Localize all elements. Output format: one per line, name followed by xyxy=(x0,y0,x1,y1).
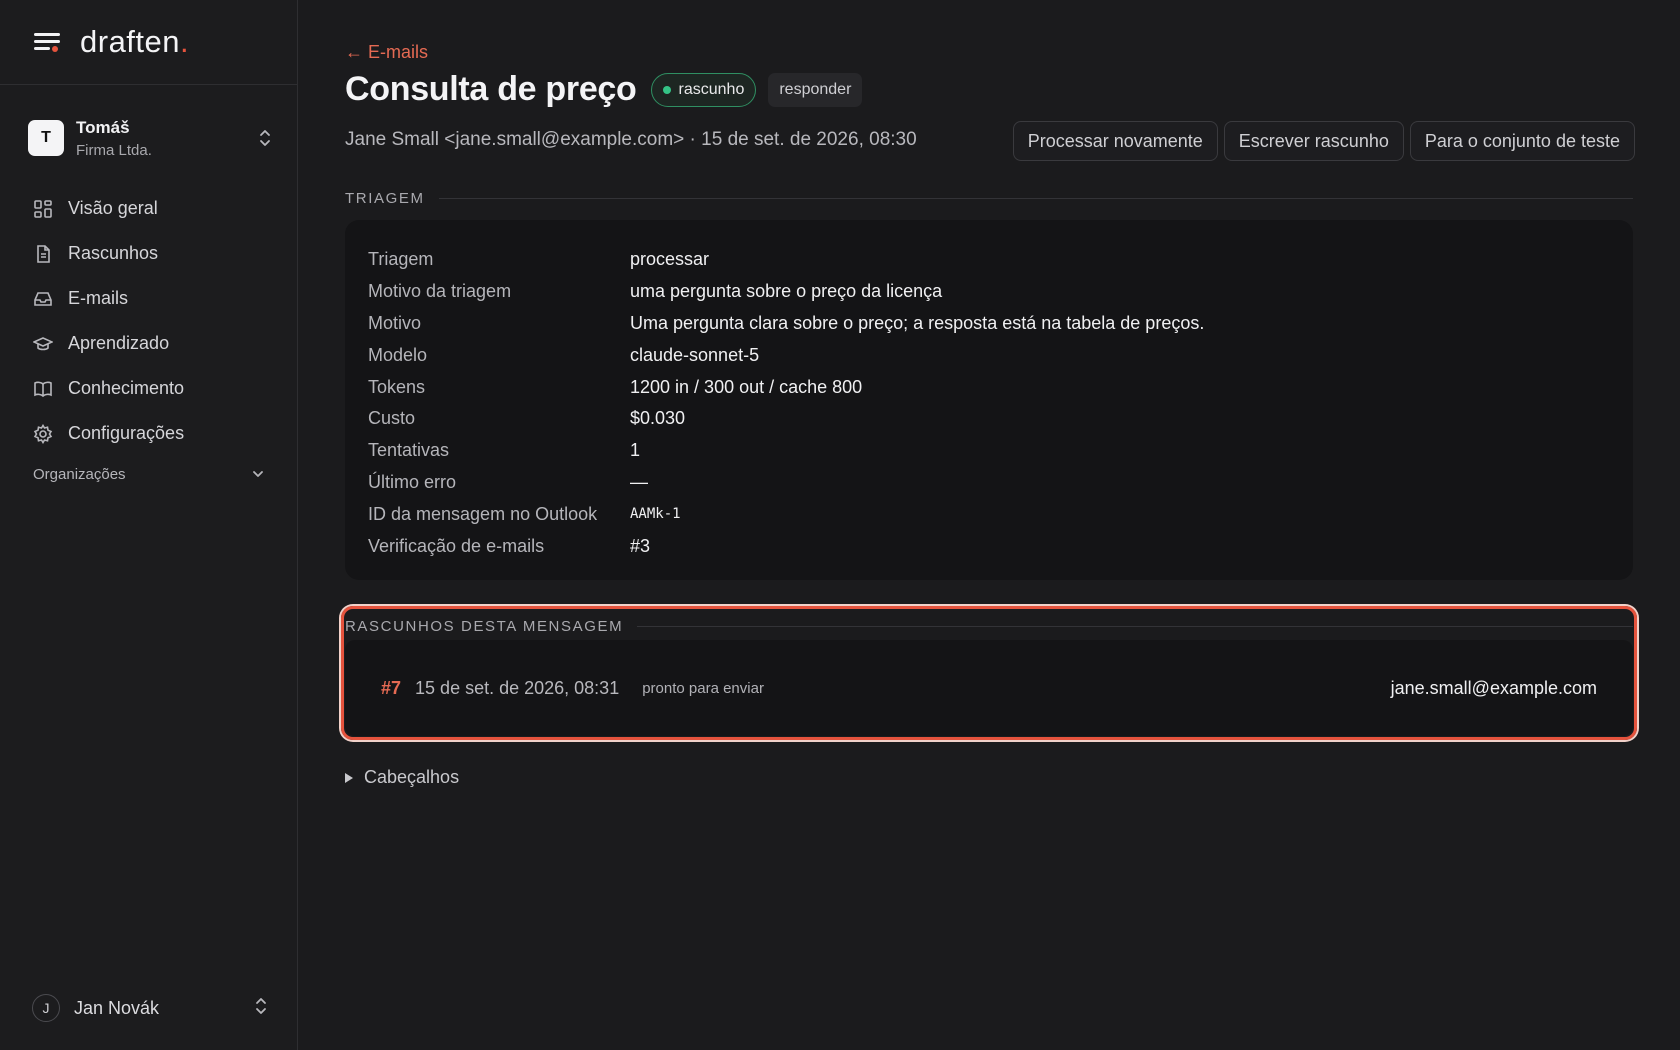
status-dot-icon xyxy=(662,85,671,94)
org-user-name: Tomáš xyxy=(76,117,130,137)
status-badge-label: rascunho xyxy=(678,80,745,98)
sidebar: draften. T Tomáš Firma Ltda. Visão geral… xyxy=(0,0,298,1050)
headers-toggle-label: Cabeçalhos xyxy=(364,767,460,787)
sidebar-item-knowledge[interactable]: Conhecimento xyxy=(32,366,272,411)
detail-key: Último erro xyxy=(368,471,457,492)
detail-key: Motivo da triagem xyxy=(368,281,512,302)
detail-value: uma pergunta sobre o preço da licença xyxy=(630,281,943,302)
detail-value: 1 xyxy=(630,440,641,461)
status-badge: rascunho xyxy=(650,72,757,107)
back-to-emails-link[interactable]: ← E-mails xyxy=(345,42,428,63)
title-row: Consulta de preço rascunho responder xyxy=(345,70,863,109)
detail-value: $0.030 xyxy=(630,408,686,429)
detail-row: Modelo claude-sonnet-5 xyxy=(368,339,1610,371)
draft-recipient: jane.small@example.com xyxy=(1390,677,1597,698)
brand-logo[interactable]: draften. xyxy=(80,24,189,60)
sidebar-item-learning[interactable]: Aprendizado xyxy=(32,321,272,366)
organizations-toggle[interactable]: Organizações xyxy=(33,466,265,483)
detail-row: Verificação de e-mails #3 xyxy=(368,530,1610,562)
reprocess-button[interactable]: Processar novamente xyxy=(1012,121,1218,161)
org-company-name: Firma Ltda. xyxy=(76,141,152,159)
divider xyxy=(637,626,1633,627)
brand-bar: draften. xyxy=(0,0,297,85)
add-to-test-set-button[interactable]: Para o conjunto de teste xyxy=(1409,121,1635,161)
sidebar-item-label: Aprendizado xyxy=(68,333,170,353)
detail-row: ID da mensagem no Outlook AAMk-1 xyxy=(368,498,1610,530)
draft-number-link[interactable]: #7 xyxy=(381,678,401,699)
sidebar-item-label: Conhecimento xyxy=(68,378,185,398)
detail-row: Tokens 1200 in / 300 out / cache 800 xyxy=(368,371,1610,403)
email-meta: Jane Small <jane.small@example.com> · 15… xyxy=(345,129,917,150)
sidebar-item-emails[interactable]: E-mails xyxy=(32,276,272,321)
document-icon xyxy=(32,243,54,265)
detail-value: processar xyxy=(630,249,710,270)
detail-key: Tentativas xyxy=(368,440,450,461)
action-buttons: Processar novamente Escrever rascunho Pa… xyxy=(1012,121,1635,161)
sidebar-item-overview[interactable]: Visão geral xyxy=(32,186,272,231)
draft-status: pronto para enviar xyxy=(642,679,764,697)
drafts-section-header: RASCUNHOS DESTA MENSAGEM xyxy=(345,618,1633,635)
sidebar-item-label: Rascunhos xyxy=(68,243,159,263)
menu-icon[interactable] xyxy=(34,31,60,53)
detail-value: AAMk-1 xyxy=(630,506,681,523)
drafts-section-title: RASCUNHOS DESTA MENSAGEM xyxy=(345,618,624,635)
avatar: J xyxy=(32,994,60,1022)
detail-value: #3 xyxy=(630,535,651,556)
chevrons-up-down-icon xyxy=(258,128,272,148)
detail-key: ID da mensagem no Outlook xyxy=(368,503,598,524)
brand-dot: . xyxy=(180,24,190,59)
sidebar-item-label: Visão geral xyxy=(68,198,158,218)
detail-value: 1200 in / 300 out / cache 800 xyxy=(630,376,863,397)
detail-key: Triagem xyxy=(368,249,434,270)
sidebar-item-drafts[interactable]: Rascunhos xyxy=(32,231,272,276)
brand-name-text: draften xyxy=(80,24,181,59)
triage-details-card: Triagem processar Motivo da triagem uma … xyxy=(345,220,1633,580)
detail-row: Último erro — xyxy=(368,467,1610,499)
sidebar-nav: Visão geral Rascunhos E-mails Aprendizad… xyxy=(32,186,272,456)
draft-date: 15 de set. de 2026, 08:31 xyxy=(415,677,620,698)
sidebar-item-settings[interactable]: Configurações xyxy=(32,411,272,456)
gear-icon xyxy=(32,423,54,445)
type-badge: responder xyxy=(768,72,863,107)
detail-key: Verificação de e-mails xyxy=(368,535,545,556)
write-draft-button[interactable]: Escrever rascunho xyxy=(1223,121,1404,161)
detail-key: Motivo xyxy=(368,312,422,333)
user-name: Jan Novák xyxy=(74,997,160,1018)
draft-list-item[interactable]: #7 15 de set. de 2026, 08:31 pronto para… xyxy=(345,640,1633,736)
headers-toggle[interactable]: Cabeçalhos xyxy=(345,767,459,788)
book-icon xyxy=(32,378,54,400)
triage-section-header: TRIAGEM xyxy=(345,190,1633,207)
grid-icon xyxy=(32,198,54,220)
detail-key: Tokens xyxy=(368,376,426,397)
user-switcher[interactable]: J Jan Novák xyxy=(32,994,268,1022)
organizations-label: Organizações xyxy=(33,466,126,483)
detail-key: Modelo xyxy=(368,344,428,365)
detail-value: claude-sonnet-5 xyxy=(630,344,760,365)
detail-value: — xyxy=(630,471,648,492)
detail-row: Triagem processar xyxy=(368,244,1610,276)
graduation-cap-icon xyxy=(32,333,54,355)
chevron-down-icon xyxy=(251,466,265,483)
divider xyxy=(438,198,1633,199)
org-avatar: T xyxy=(28,120,64,156)
triage-section-title: TRIAGEM xyxy=(345,190,425,207)
inbox-icon xyxy=(32,288,54,310)
sidebar-item-label: Configurações xyxy=(68,423,185,443)
detail-key: Custo xyxy=(368,408,416,429)
sidebar-item-label: E-mails xyxy=(68,288,129,308)
detail-row: Motivo Uma pergunta clara sobre o preço;… xyxy=(368,308,1610,340)
detail-row: Motivo da triagem uma pergunta sobre o p… xyxy=(368,276,1610,308)
chevrons-up-down-icon xyxy=(254,996,268,1021)
detail-row: Custo $0.030 xyxy=(368,403,1610,435)
detail-value: Uma pergunta clara sobre o preço; a resp… xyxy=(630,312,1205,333)
triangle-right-icon xyxy=(345,772,353,783)
page-title: Consulta de preço xyxy=(345,70,637,108)
detail-row: Tentativas 1 xyxy=(368,435,1610,467)
org-switcher[interactable]: T Tomáš Firma Ltda. xyxy=(28,112,272,164)
